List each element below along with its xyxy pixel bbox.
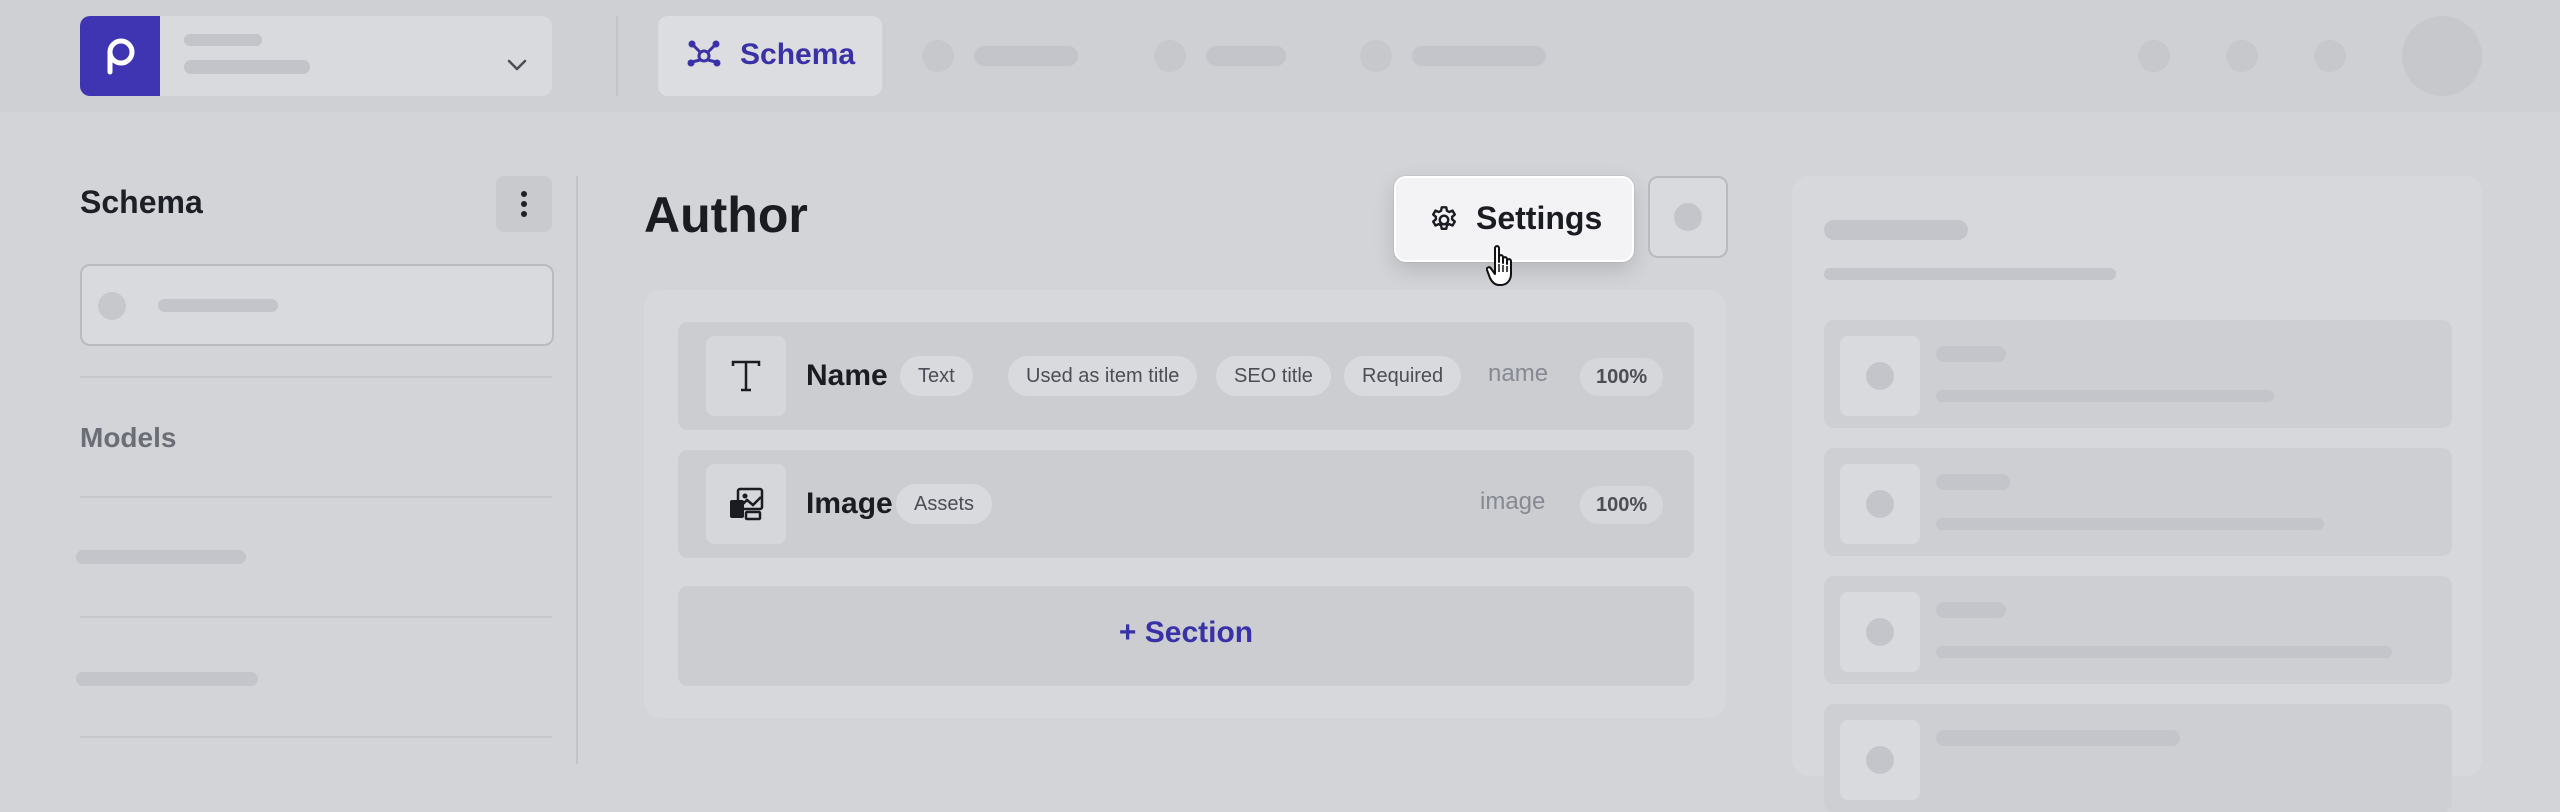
- add-section-label: + Section: [1118, 616, 1254, 649]
- sidebar-divider: [80, 376, 552, 378]
- image-assets-icon: [706, 464, 786, 544]
- card-icon-placeholder: [1840, 464, 1920, 544]
- field-name: Name: [806, 359, 888, 392]
- field-api-key: image: [1480, 488, 1546, 515]
- nav-item-placeholder[interactable]: [974, 46, 1078, 66]
- nav-item-placeholder[interactable]: [1412, 46, 1546, 66]
- sidebar-divider: [80, 496, 552, 498]
- panel-card[interactable]: [1824, 320, 2452, 428]
- sidebar-border: [576, 176, 578, 764]
- search-icon: [98, 292, 126, 320]
- right-info-panel: [1792, 176, 2482, 812]
- card-title-placeholder: [1936, 730, 2180, 746]
- fields-panel: Name Text Used as item title SEO title R…: [644, 290, 1726, 718]
- sidebar-divider: [80, 616, 552, 618]
- top-navigation-bar: Schema: [0, 0, 2560, 112]
- project-switcher[interactable]: [80, 16, 552, 96]
- nav-divider: [616, 16, 618, 96]
- field-row[interactable]: Image Assets image 100%: [678, 450, 1694, 558]
- card-title-placeholder: [1936, 602, 2006, 618]
- action-icon-placeholder: [1674, 203, 1702, 231]
- card-text-placeholder: [1936, 518, 2324, 530]
- avatar[interactable]: [2402, 16, 2482, 96]
- project-subtitle-placeholder: [184, 60, 310, 74]
- panel-subtitle-placeholder: [1824, 268, 2116, 280]
- card-text-placeholder: [1936, 646, 2392, 658]
- field-completeness: 100%: [1580, 486, 1664, 524]
- card-icon-placeholder: [1840, 592, 1920, 672]
- more-options-button[interactable]: [496, 176, 552, 232]
- field-row[interactable]: Name Text Used as item title SEO title R…: [678, 322, 1694, 430]
- nav-item-placeholder-icon[interactable]: [1360, 40, 1392, 72]
- search-placeholder: [158, 299, 278, 312]
- panel-title-placeholder: [1824, 220, 1968, 240]
- card-text-placeholder: [1936, 390, 2274, 402]
- card-title-placeholder: [1936, 474, 2010, 490]
- sidebar-title: Schema: [80, 184, 203, 220]
- toolbar-icon-placeholder[interactable]: [2226, 40, 2258, 72]
- models-section-label: Models: [80, 422, 177, 453]
- page-title: Author: [644, 187, 808, 243]
- field-tag: Required: [1344, 356, 1462, 396]
- settings-button-label: Settings: [1476, 200, 1603, 236]
- field-tag: Text: [900, 356, 973, 396]
- text-type-icon: [706, 336, 786, 416]
- sidebar-item-placeholder[interactable]: [76, 550, 246, 564]
- panel-card[interactable]: [1824, 576, 2452, 684]
- tab-schema[interactable]: Schema: [658, 16, 882, 96]
- logo-icon: [80, 16, 160, 96]
- hand-pointer-cursor-icon: [1485, 244, 1520, 293]
- tab-schema-label: Schema: [740, 38, 856, 71]
- secondary-action-button[interactable]: [1648, 176, 1728, 258]
- sidebar-divider: [80, 736, 552, 738]
- field-completeness: 100%: [1580, 358, 1664, 396]
- kebab-icon: [521, 191, 527, 217]
- nav-item-placeholder[interactable]: [1206, 46, 1286, 66]
- card-icon-placeholder: [1840, 720, 1920, 800]
- field-tag: Assets: [896, 484, 993, 524]
- nav-item-placeholder-icon[interactable]: [922, 40, 954, 72]
- field-name: Image: [806, 487, 893, 520]
- field-tag: Used as item title: [1008, 356, 1198, 396]
- panel-card[interactable]: [1824, 704, 2452, 812]
- toolbar-icon-placeholder[interactable]: [2138, 40, 2170, 72]
- sidebar-item-placeholder[interactable]: [76, 672, 258, 686]
- project-name-placeholder: [184, 34, 262, 46]
- chevron-down-icon: [506, 58, 528, 77]
- toolbar-icon-placeholder[interactable]: [2314, 40, 2346, 72]
- nav-item-placeholder-icon[interactable]: [1154, 40, 1186, 72]
- schema-icon: [686, 38, 722, 79]
- search-input[interactable]: [80, 264, 554, 346]
- card-title-placeholder: [1936, 346, 2006, 362]
- field-api-key: name: [1488, 360, 1549, 387]
- field-tag: SEO title: [1216, 356, 1331, 396]
- gear-icon: [1432, 206, 1456, 230]
- add-section-button[interactable]: + Section: [678, 586, 1694, 686]
- card-icon-placeholder: [1840, 336, 1920, 416]
- panel-card[interactable]: [1824, 448, 2452, 556]
